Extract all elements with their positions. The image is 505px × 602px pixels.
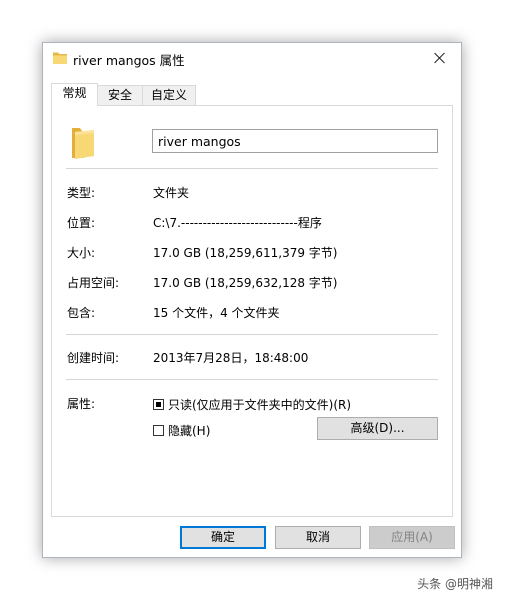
ok-button[interactable]: 确定: [180, 526, 266, 549]
location-label: 位置:: [67, 216, 96, 230]
divider: [66, 168, 438, 169]
readonly-checkbox[interactable]: 只读(仅应用于文件夹中的文件)(R): [153, 396, 351, 413]
folder-icon: [72, 128, 94, 159]
close-button[interactable]: [419, 43, 461, 73]
window-title: river mangos 属性: [73, 53, 185, 68]
tab-general[interactable]: 常规: [51, 83, 98, 106]
folder-name-input[interactable]: [152, 129, 438, 153]
type-label: 类型:: [67, 186, 96, 200]
hidden-checkbox[interactable]: 隐藏(H): [153, 422, 210, 439]
watermark: 头条 @明神湘: [417, 577, 493, 591]
tab-customize[interactable]: 自定义: [142, 85, 196, 105]
folder-icon: [53, 52, 67, 64]
type-value: 文件夹: [153, 186, 190, 200]
divider: [66, 379, 438, 380]
tab-security[interactable]: 安全: [97, 85, 143, 105]
readonly-label: 只读(仅应用于文件夹中的文件)(R): [168, 398, 352, 412]
created-label: 创建时间:: [67, 351, 120, 365]
apply-button[interactable]: 应用(A): [369, 526, 455, 549]
properties-dialog: river mangos 属性 常规 安全 自定义 类型: 文件夹 位置: C:…: [42, 42, 462, 558]
cancel-button[interactable]: 取消: [275, 526, 361, 549]
divider: [66, 334, 438, 335]
location-value: C:\7.---------------------------程序: [153, 216, 322, 230]
advanced-button[interactable]: 高级(D)...: [317, 417, 438, 440]
hidden-label: 隐藏(H): [168, 424, 211, 438]
size-value: 17.0 GB (18,259,611,379 字节): [153, 246, 338, 260]
checkbox-indeterminate[interactable]: [153, 399, 164, 410]
size-label: 大小:: [67, 246, 96, 260]
general-panel: 类型: 文件夹 位置: C:\7.-----------------------…: [51, 105, 453, 517]
disk-size-value: 17.0 GB (18,259,632,128 字节): [153, 276, 338, 290]
checkbox-unchecked[interactable]: [153, 425, 164, 436]
contains-label: 包含:: [67, 306, 96, 320]
title-bar[interactable]: river mangos 属性: [43, 43, 461, 73]
contains-value: 15 个文件，4 个文件夹: [153, 306, 280, 320]
attributes-label: 属性:: [67, 397, 96, 411]
disk-size-label: 占用空间:: [67, 276, 120, 290]
created-value: 2013年7月28日，18:48:00: [153, 351, 309, 365]
